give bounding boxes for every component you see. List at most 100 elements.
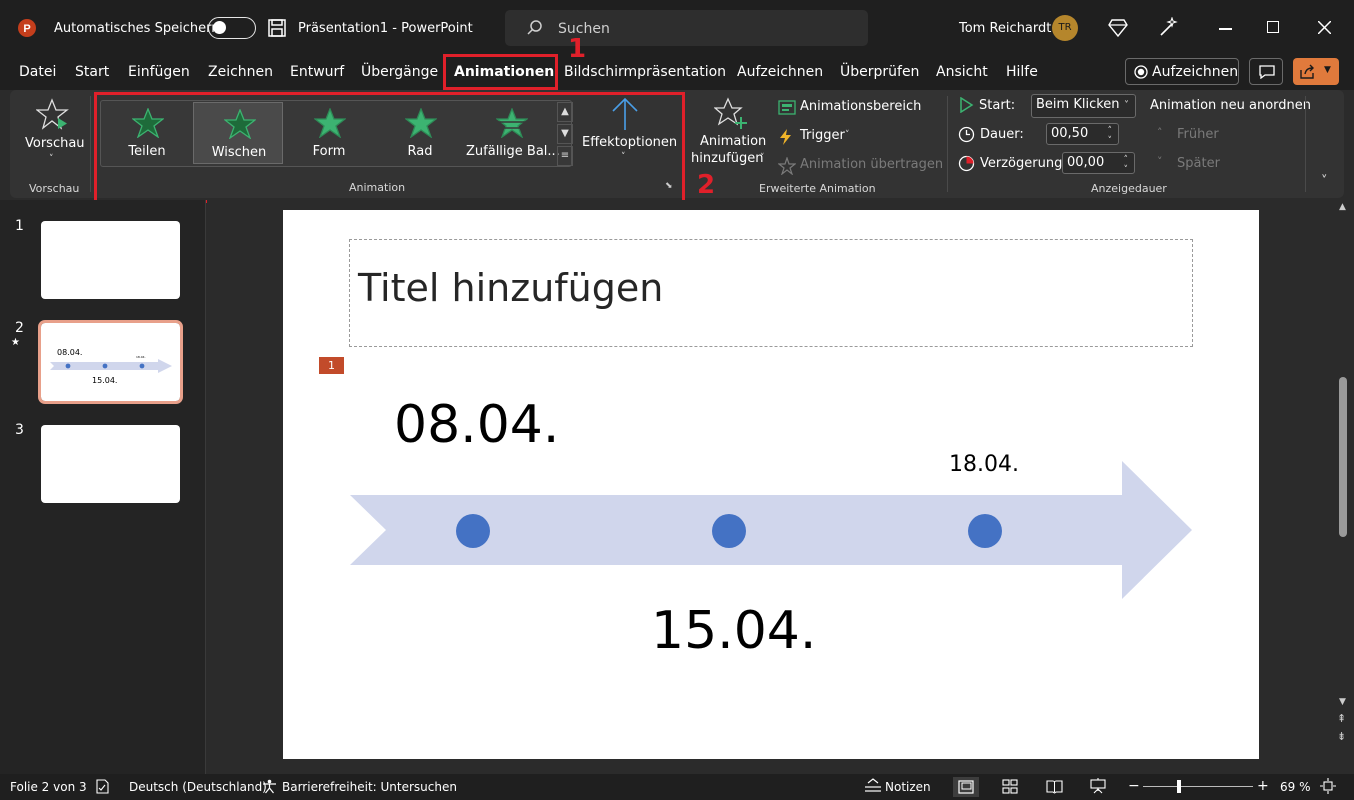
tab-einfuegen[interactable]: Einfügen [128,64,190,80]
tab-aufzeichnen[interactable]: Aufzeichnen [737,64,823,80]
slide-thumbnail-3[interactable] [41,425,180,503]
accessibility-icon[interactable] [262,779,277,794]
chevron-down-icon: ▼ [1324,65,1331,75]
magic-wand-icon[interactable] [1158,17,1178,37]
add-animation-label-1: Animation [700,134,767,149]
add-animation-button[interactable]: Animation hinzufügen ˅ [688,96,772,172]
search-icon [527,20,542,35]
tab-start[interactable]: Start [75,64,109,80]
next-slide-icon[interactable]: ⇟ [1337,730,1346,743]
record-button[interactable]: Aufzeichnen [1125,58,1239,85]
group-label-advanced: Erweiterte Animation [759,182,876,195]
date-label-bottom[interactable]: 15.04. [651,601,816,661]
diamond-icon[interactable] [1108,18,1128,38]
tab-bildschirmpraesentation[interactable]: Bildschirmpräsentation [564,64,726,80]
preview-star-icon [36,98,69,130]
slide-thumbnail-2[interactable]: 08.04. 15.04. 18.04. [38,320,183,404]
date-label-top-left[interactable]: 08.04. [394,395,559,455]
move-earlier-button: Früher [1177,127,1219,142]
vertical-scrollbar[interactable]: ▲ ▼ ⇞ ⇟ [1334,200,1354,774]
fit-to-window-icon[interactable] [1320,778,1336,794]
scroll-up-icon[interactable]: ▲ [1339,202,1346,212]
title-placeholder-text: Titel hinzufügen [358,266,664,310]
animation-order-tag[interactable]: 1 [319,357,344,374]
title-bar: P Automatisches Speichern Präsentation1 … [0,0,1354,56]
preview-label: Vorschau [25,136,85,151]
close-icon[interactable] [1318,21,1331,34]
maximize-icon[interactable] [1267,21,1279,33]
tab-ansicht[interactable]: Ansicht [936,64,988,80]
timeline-dot[interactable] [968,514,1002,548]
slide-number: 3 [15,422,24,438]
notes-icon [865,778,881,792]
trigger-label: Trigger [800,128,845,143]
zoom-slider-thumb[interactable] [1177,780,1181,793]
language-status[interactable]: Deutsch (Deutschland) [129,780,267,794]
chevron-up-icon: ˄ [1157,126,1163,139]
timeline-dot[interactable] [712,514,746,548]
zoom-out-button[interactable]: − [1128,778,1140,794]
tab-entwurf[interactable]: Entwurf [290,64,344,80]
scroll-down-icon[interactable]: ▼ [1339,697,1346,707]
share-button[interactable]: ▼ [1293,58,1339,85]
spellcheck-icon[interactable] [95,779,110,794]
preview-button[interactable]: Vorschau ˅ [22,96,85,168]
start-select[interactable]: Beim Klicken ˅ [1031,94,1136,118]
svg-text:P: P [23,23,30,35]
thumb-date: 08.04. [57,348,83,357]
collapse-ribbon-icon[interactable]: ˅ [1321,174,1328,189]
autosave-label: Automatisches Speichern [54,21,220,36]
chevron-down-icon: ˅ [49,154,54,164]
powerpoint-logo-icon: P [18,19,36,37]
slide-sorter-icon[interactable] [1002,779,1018,794]
move-later-button: Später [1177,156,1220,171]
tab-datei[interactable]: Datei [19,64,56,80]
user-name: Tom Reichardt [959,21,1052,36]
animation-pane-icon [778,100,796,115]
comments-button[interactable] [1249,58,1283,85]
animation-pane-label: Animationsbereich [800,99,922,114]
slide-info: Folie 2 von 3 [10,780,87,794]
ribbon-separator [1305,96,1306,192]
minimize-icon[interactable] [1219,28,1232,30]
delay-label: Verzögerung: [980,156,1067,171]
animation-painter-icon [778,157,796,175]
slide-number: 1 [15,218,24,234]
search-box[interactable]: Suchen [505,10,868,46]
animation-star-icon: ★ [11,337,20,348]
zoom-in-button[interactable]: + [1257,778,1269,794]
zoom-slider[interactable] [1143,786,1253,787]
slide-thumbnail-1[interactable] [41,221,180,299]
avatar[interactable]: TR [1052,15,1078,41]
stepper-down-icon[interactable]: ˅ [1108,131,1113,151]
accessibility-status[interactable]: Barrierefreiheit: Untersuchen [282,780,457,794]
ribbon-separator [90,96,91,192]
timeline-arrow[interactable] [350,461,1192,599]
scrollbar-thumb[interactable] [1339,377,1347,537]
chevron-down-icon: ˅ [845,130,850,140]
zoom-level[interactable]: 69 % [1280,780,1311,794]
trigger-button[interactable]: Trigger ˅ [778,127,868,147]
delay-stepper[interactable]: 00,00 ˄ ˅ [1062,152,1135,175]
notes-button[interactable]: Notizen [885,780,931,794]
save-icon[interactable] [268,19,286,37]
lightning-icon [780,129,791,145]
autosave-toggle[interactable] [208,17,256,39]
stepper-down-icon[interactable]: ˅ [1124,160,1129,180]
tab-zeichnen[interactable]: Zeichnen [208,64,273,80]
previous-slide-icon[interactable]: ⇞ [1337,712,1346,725]
tab-ueberpruefen[interactable]: Überprüfen [840,64,919,80]
chevron-down-icon: ˅ [1124,100,1129,111]
reading-view-icon[interactable] [1046,779,1063,794]
delay-value: 00,00 [1067,155,1105,170]
normal-view-button[interactable] [953,777,979,797]
tab-uebergaenge[interactable]: Übergänge [361,64,438,80]
play-icon [960,97,974,113]
animation-pane-button[interactable]: Animationsbereich [778,98,938,118]
slideshow-icon[interactable] [1090,778,1106,794]
tab-hilfe[interactable]: Hilfe [1006,64,1038,80]
title-placeholder[interactable]: Titel hinzufügen [349,239,1193,347]
timeline-dot[interactable] [456,514,490,548]
copy-animation-button: Animation übertragen [778,156,943,176]
duration-stepper[interactable]: 00,50 ˄ ˅ [1046,123,1119,146]
